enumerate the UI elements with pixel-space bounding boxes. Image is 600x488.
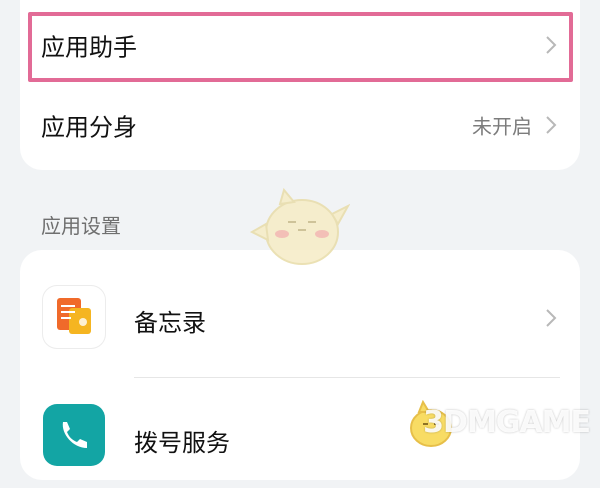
dialer-label: 拨号服务 — [134, 429, 230, 457]
memo-label: 备忘录 — [134, 309, 206, 337]
chevron-right-icon — [544, 307, 558, 329]
watermark-text: 3DMGAME — [423, 405, 591, 440]
row-app-clone-label: 应用分身 — [41, 113, 137, 142]
highlight-box — [28, 12, 573, 82]
mascot-watermark-icon — [249, 180, 351, 274]
chevron-right-icon — [544, 114, 558, 136]
row-app-clone-status: 未开启 — [472, 114, 532, 139]
list-item-memo[interactable]: 备忘录 — [20, 262, 580, 372]
phone-app-icon — [43, 404, 105, 466]
row-app-clone[interactable]: 应用分身 未开启 — [20, 85, 580, 165]
section-title-app-settings: 应用设置 — [41, 214, 121, 238]
memo-app-icon — [43, 286, 105, 348]
app-list-card: 备忘录 拨号服务 — [20, 250, 580, 480]
